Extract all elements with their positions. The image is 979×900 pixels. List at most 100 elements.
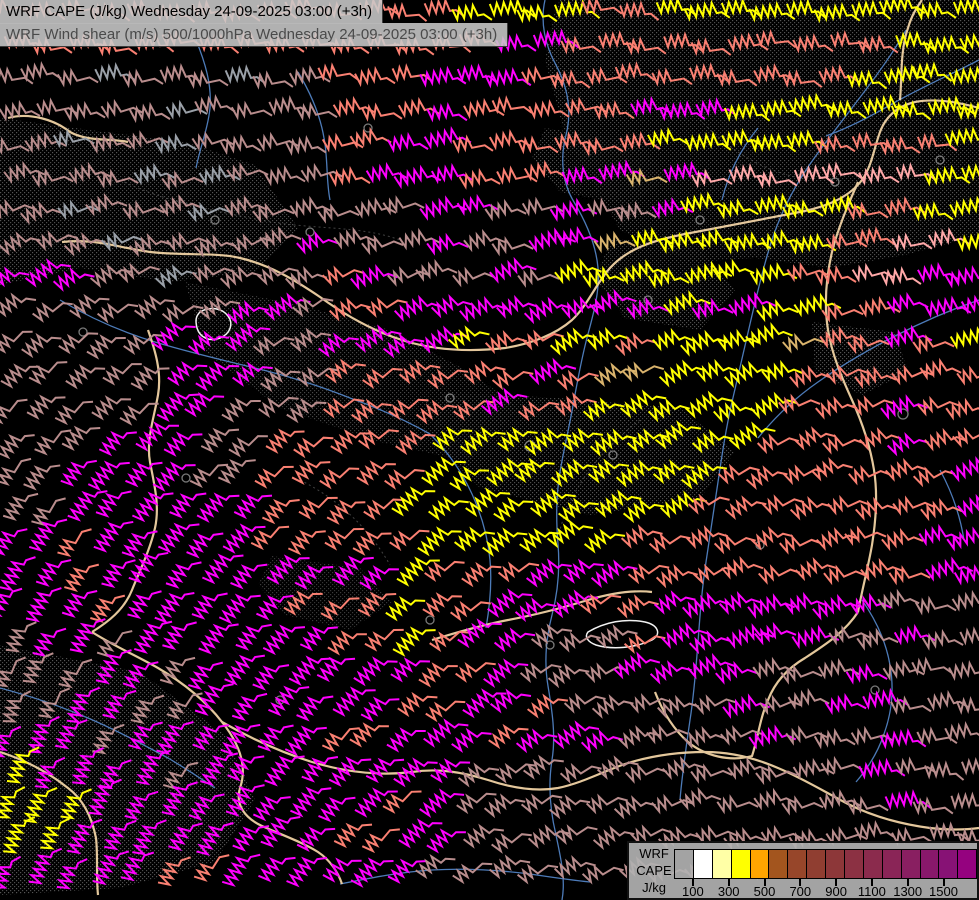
wind-barb [946, 264, 979, 293]
wind-barb [484, 651, 529, 692]
wind-barb [425, 125, 471, 154]
wind-barb [90, 130, 131, 158]
wind-barb [353, 521, 391, 560]
wind-barb [849, 458, 890, 490]
wind-barb [223, 515, 265, 559]
wind-barb [962, 292, 979, 319]
wind-barb [131, 687, 164, 728]
wind-barb [960, 31, 979, 56]
wind-barb [913, 63, 951, 84]
wind-barb [119, 254, 160, 288]
wind-barb [756, 759, 797, 790]
legend-color-box [674, 849, 694, 879]
wind-barb [123, 66, 163, 92]
wind-barb [582, 0, 621, 19]
wind-barb [232, 98, 272, 125]
wind-barb [717, 790, 758, 819]
wind-barb [520, 520, 560, 558]
wind-barb [558, 361, 599, 396]
wind-barb [493, 95, 532, 118]
wind-barb [285, 716, 327, 760]
legend-color-box [750, 849, 770, 879]
wind-barb [726, 489, 767, 525]
wind-barb [462, 554, 502, 592]
wind-barb [790, 233, 836, 259]
wind-barb [914, 458, 955, 492]
wind-barb [98, 292, 138, 328]
wind-barb [953, 589, 979, 617]
wind-barb [297, 100, 337, 126]
wind-barb [591, 423, 637, 461]
wind-barb [887, 290, 928, 318]
wind-barb [626, 36, 665, 60]
wind-barb [425, 549, 465, 587]
wind-barb [288, 520, 325, 560]
wind-barb [388, 3, 426, 24]
wind-barb [949, 660, 979, 685]
wind-barb [680, 783, 721, 815]
wind-barb [657, 559, 698, 593]
wind-barb [55, 712, 87, 753]
wind-barb [651, 655, 692, 689]
wind-barb [255, 454, 294, 493]
wind-barb [32, 164, 73, 192]
wind-barb [561, 753, 602, 788]
wind-barb [259, 385, 299, 423]
wind-barb [361, 687, 399, 726]
wind-barb [157, 713, 194, 759]
legend-tick-label: 500 [754, 884, 776, 899]
wind-barb [58, 65, 98, 92]
wind-barb [921, 495, 962, 526]
wind-barb [465, 354, 506, 389]
wind-barb [649, 266, 690, 294]
wind-barb [287, 847, 327, 892]
legend-color-scale [675, 849, 977, 879]
wind-barb [128, 713, 162, 754]
wind-barb [947, 524, 979, 556]
wind-barb [923, 628, 964, 655]
legend-color-box [825, 849, 845, 879]
wind-barb [195, 94, 235, 119]
wind-barb [495, 621, 536, 657]
wind-barb [892, 231, 932, 256]
wind-barb [597, 618, 638, 653]
wind-barb [59, 321, 98, 359]
wind-barb [62, 416, 100, 456]
wind-barb [617, 454, 663, 492]
wind-barb [24, 455, 61, 495]
wind-barb [330, 166, 370, 192]
wind-barb [297, 227, 338, 259]
legend-tick-label: 1300 [893, 884, 922, 899]
wind-barb [880, 135, 920, 160]
wind-barb [823, 427, 864, 459]
wind-barb [881, 266, 921, 290]
wind-barb [128, 582, 162, 623]
wind-barb [957, 360, 979, 390]
wind-barb [916, 593, 956, 620]
wind-barb [70, 611, 105, 658]
wind-barb-layer [0, 0, 979, 900]
wind-barb [35, 751, 65, 792]
wind-barb [321, 586, 359, 625]
wind-barb [253, 655, 289, 696]
wind-barb [725, 231, 771, 259]
wind-barb [68, 481, 108, 526]
wind-barb [263, 615, 305, 659]
wind-barb [684, 722, 725, 754]
legend-color-box [787, 849, 807, 879]
wind-barb [557, 814, 598, 849]
wind-barb [658, 691, 699, 724]
wind-barb [323, 848, 362, 887]
wind-barb [450, 458, 489, 497]
wind-barb [399, 810, 443, 853]
wind-barb [553, 583, 598, 623]
wind-barb [334, 813, 372, 853]
wind-barb [132, 482, 173, 527]
wind-barb [614, 647, 660, 684]
wind-barb [325, 516, 364, 555]
wind-barb [746, 319, 793, 353]
wind-barb [21, 197, 62, 230]
wind-barb [615, 790, 656, 824]
title-cape: WRF CAPE (J/kg) Wednesday 24-09-2025 03:… [0, 0, 383, 24]
wind-barb [550, 788, 590, 824]
